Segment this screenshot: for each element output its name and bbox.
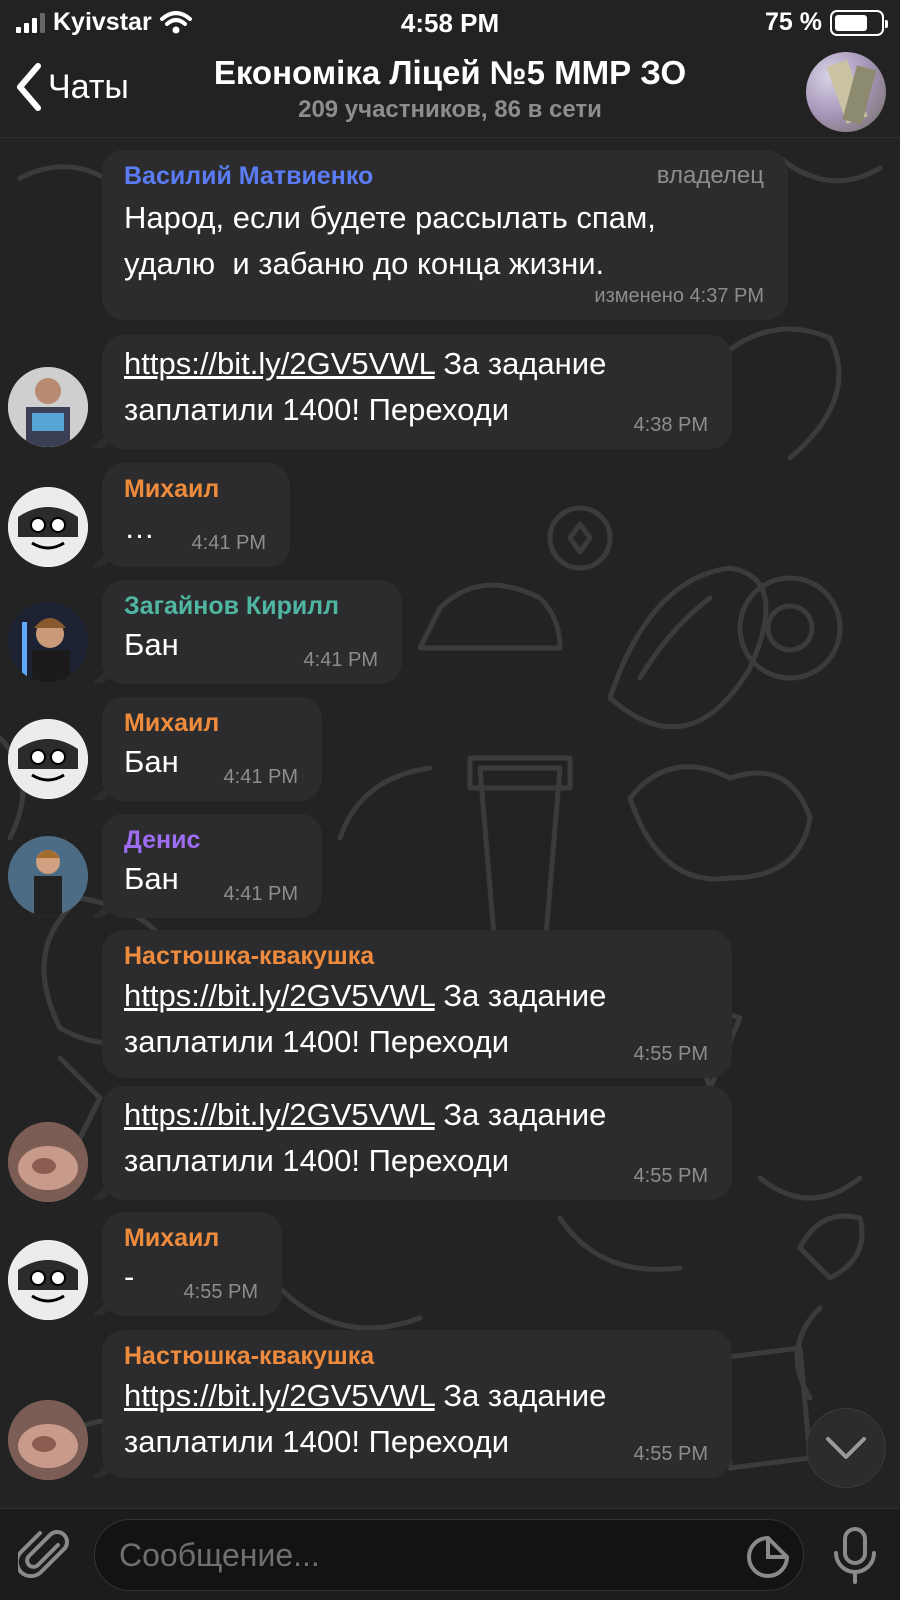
message-time: изменено 4:37 PM [594,285,764,307]
chat-title: Економіка Ліцей №5 ММР ЗО [213,54,687,91]
message-bubble[interactable]: Загайнов Кирилл Бан 4:41 PM [102,580,402,684]
message-bubble[interactable]: Денис Бан 4:41 PM [102,814,322,918]
message-link[interactable]: https://bit.ly/2GV5VWL [124,1097,435,1132]
message-bubble[interactable]: https://bit.ly/2GV5VWL За задание заплат… [102,1086,732,1200]
message-text: Народ, если будете рассылать спам, удалю… [124,200,656,281]
message-time: 4:38 PM [633,414,708,436]
message-bubble[interactable]: Василий Матвиенко владелец Народ, если б… [102,150,788,320]
message-bubble[interactable]: Михаил - 4:55 PM [102,1212,282,1316]
message-text: https://bit.ly/2GV5VWL За задание заплат… [124,1097,607,1178]
status-bar: Kyivstar 4:58 PM 75 % [0,0,900,44]
user-avatar[interactable] [8,1122,88,1202]
user-avatar[interactable] [8,836,88,916]
message-link[interactable]: https://bit.ly/2GV5VWL [124,978,435,1013]
sender-name[interactable]: Михаил [124,475,268,504]
message-bubble[interactable]: https://bit.ly/2GV5VWL За задание заплат… [102,335,732,449]
user-avatar[interactable] [8,719,88,799]
message-time: 4:55 PM [183,1281,258,1303]
scroll-down-button[interactable] [806,1408,886,1488]
composer-bar [0,1508,900,1600]
message-bubble[interactable]: Михаил … 4:41 PM [102,463,290,567]
message-time: 4:41 PM [223,883,298,905]
message-bubble[interactable]: Михаил Бан 4:41 PM [102,697,322,801]
sticker-icon[interactable] [746,1535,790,1579]
sender-name[interactable]: Настюшка-квакушка [124,942,710,971]
message-time: 4:55 PM [633,1165,708,1187]
message-text: https://bit.ly/2GV5VWL За задание заплат… [124,978,607,1059]
sender-name[interactable]: Загайнов Кирилл [124,592,380,621]
message-link[interactable]: https://bit.ly/2GV5VWL [124,346,435,381]
battery-percent: 75 % [765,8,822,36]
user-avatar[interactable] [8,487,88,567]
role-badge: владелец [656,162,764,189]
message-text: https://bit.ly/2GV5VWL За задание заплат… [124,1378,607,1459]
message-time: 4:55 PM [633,1043,708,1065]
chat-subtitle: 209 участников, 86 в сети [298,96,602,123]
user-avatar[interactable] [8,602,88,682]
message-time: 4:55 PM [633,1443,708,1465]
sender-name[interactable]: Настюшка-квакушка [124,1342,710,1371]
user-avatar[interactable] [8,367,88,447]
back-label: Чаты [48,67,129,106]
sender-name[interactable]: Михаил [124,1224,260,1253]
message-time: 4:41 PM [223,766,298,788]
chevron-down-icon [826,1437,866,1459]
message-bubble[interactable]: Настюшка-квакушка https://bit.ly/2GV5VWL… [102,1330,732,1478]
user-avatar[interactable] [8,1240,88,1320]
sender-name[interactable]: Денис [124,826,300,855]
sender-name[interactable]: Михаил [124,709,300,738]
attach-icon[interactable] [18,1527,74,1583]
message-link[interactable]: https://bit.ly/2GV5VWL [124,1378,435,1413]
chat-info[interactable]: Економіка Ліцей №5 ММР ЗО 209 участников… [150,54,750,124]
battery-icon [830,9,888,36]
back-button[interactable]: Чаты [14,62,129,112]
user-avatar[interactable] [8,1400,88,1480]
chat-header: Чаты Економіка Ліцей №5 ММР ЗО 209 участ… [0,44,900,138]
message-bubble[interactable]: Настюшка-квакушка https://bit.ly/2GV5VWL… [102,930,732,1078]
message-text: https://bit.ly/2GV5VWL За задание заплат… [124,346,607,427]
message-time: 4:41 PM [191,532,266,554]
microphone-icon[interactable] [830,1525,880,1585]
group-avatar[interactable] [806,52,886,132]
message-time: 4:41 PM [303,649,378,671]
message-input[interactable] [94,1519,804,1591]
back-chevron-icon [17,63,41,111]
